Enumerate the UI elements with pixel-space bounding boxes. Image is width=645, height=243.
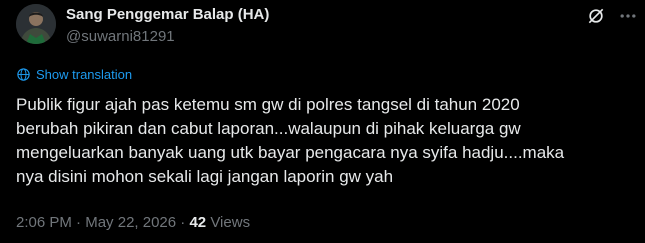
author-handle[interactable]: @suwarni81291 <box>66 28 175 45</box>
more-dots-icon[interactable] <box>618 6 638 26</box>
tweet-meta: 2:06 PM · May 22, 2026 · 42 Views <box>16 214 250 231</box>
avatar[interactable] <box>16 4 56 44</box>
tweet-time[interactable]: 2:06 PM <box>16 214 72 231</box>
tweet-text: Publik figur ajah pas ketemu sm gw di po… <box>16 95 565 186</box>
display-name[interactable]: Sang Penggemar Balap (HA) <box>66 6 269 23</box>
views-count[interactable]: 42 <box>189 214 206 231</box>
meta-separator: · <box>176 214 190 231</box>
grok-icon[interactable] <box>586 6 606 26</box>
avatar-photo <box>16 4 56 44</box>
show-translation-label: Show translation <box>36 67 133 82</box>
views-label: Views <box>206 214 251 231</box>
globe-icon <box>17 68 30 81</box>
meta-separator: · <box>71 214 86 231</box>
tweet-date[interactable]: May 22, 2026 <box>85 214 176 231</box>
show-translation-link[interactable]: Show translation <box>16 67 132 82</box>
